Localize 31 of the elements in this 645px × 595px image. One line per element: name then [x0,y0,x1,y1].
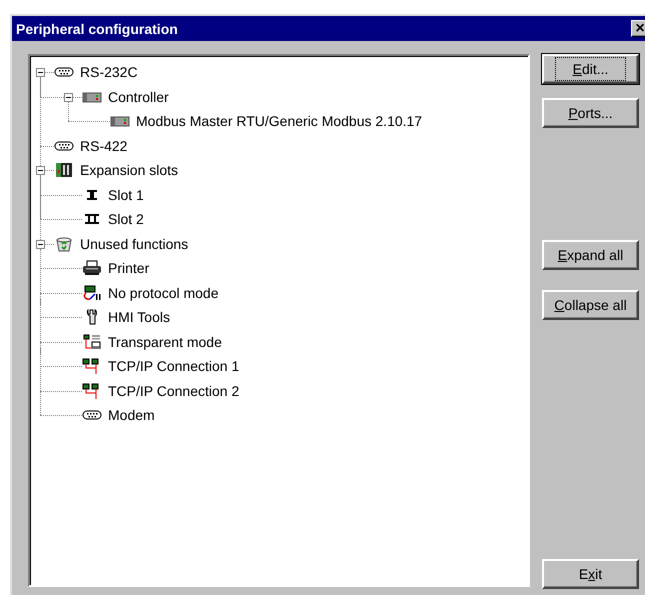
tree-item[interactable]: No protocol mode [108,284,219,301]
dialog-button[interactable]: Edit... [542,54,639,84]
dialog-button[interactable]: Expand all [542,240,639,270]
dialog-button[interactable]: Collapse all [542,290,639,320]
tree-item[interactable]: Printer [108,260,150,276]
collapse-toggle[interactable] [36,166,45,175]
recycle-bin-icon [54,236,74,252]
tree-item[interactable]: Controller [108,88,169,105]
tree-item[interactable]: HMI Tools [108,309,170,326]
tree-item[interactable]: Transparent mode [108,334,222,350]
printer-icon [82,260,102,276]
slots-icon [54,162,74,178]
window-title: Peripheral configuration [16,20,178,36]
dialog-button[interactable]: Exit [542,559,639,589]
tree-item[interactable]: Modem [108,407,155,424]
no-protocol-icon [82,284,102,301]
tree-item[interactable]: RS-232C [80,64,138,80]
collapse-toggle[interactable] [36,68,45,77]
tree-item[interactable]: Unused functions [80,236,188,252]
tree-item[interactable]: Modbus Master RTU/Generic Modbus 2.10.17 [136,113,422,130]
close-button[interactable]: × [631,20,645,37]
tree-item[interactable]: TCP/IP Connection 1 [108,358,240,374]
tree-item[interactable]: TCP/IP Connection 2 [108,382,240,399]
dialog-button[interactable]: Ports... [542,98,639,128]
collapse-toggle[interactable] [64,92,73,102]
tree-item[interactable]: RS-422 [80,138,128,154]
tree-item[interactable]: Slot 2 [108,211,144,228]
transparent-icon [82,334,102,350]
collapse-toggle[interactable] [36,240,45,248]
tree-item[interactable]: Slot 1 [108,186,144,203]
tree-item[interactable]: Expansion slots [80,162,178,178]
